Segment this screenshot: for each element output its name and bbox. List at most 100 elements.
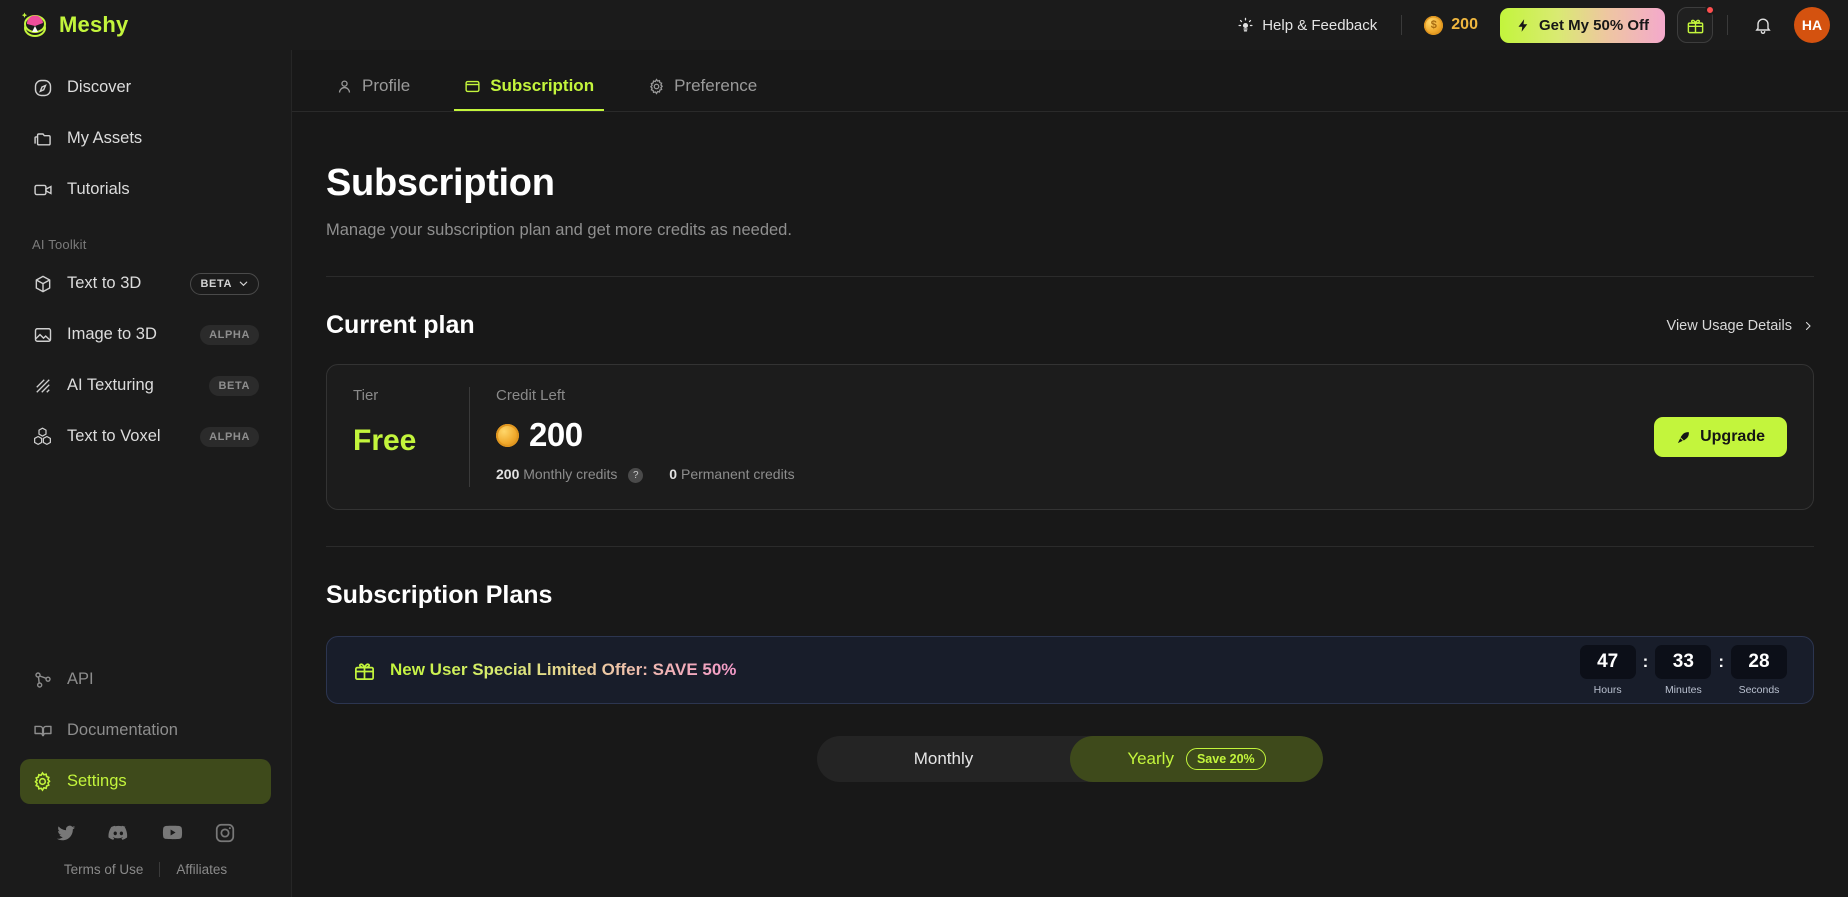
sidebar-item-label: Documentation: [67, 721, 178, 739]
timer-separator-2: :: [1718, 651, 1724, 671]
credit-left-value-row: 200: [496, 416, 1654, 454]
sidebar-tag-alpha: ALPHA: [200, 324, 259, 345]
timer-hours-value: 47: [1579, 644, 1636, 679]
credits-value: 200: [1451, 16, 1478, 33]
sidebar-item-tutorials[interactable]: Tutorials: [20, 167, 271, 212]
avatar[interactable]: HA: [1794, 7, 1830, 43]
current-plan-title: Current plan: [326, 311, 475, 339]
terms-of-use-link[interactable]: Terms of Use: [64, 862, 144, 877]
sidebar-group-label: AI Toolkit: [32, 237, 87, 252]
monthly-credits-label: Monthly credits: [523, 466, 618, 482]
folder-icon: [32, 128, 53, 149]
body: Discover My Assets Tutorials AI Toolkit …: [0, 50, 1848, 897]
sidebar-item-text-to-voxel[interactable]: Text to Voxel ALPHA: [20, 414, 271, 459]
affiliates-link[interactable]: Affiliates: [176, 862, 227, 877]
sidebar-item-ai-texturing[interactable]: AI Texturing BETA: [20, 363, 271, 408]
timer-cell-seconds: 28 Seconds: [1731, 644, 1787, 696]
credit-breakdown: 200 Monthly credits ? 0 Permanent credit…: [496, 466, 1654, 483]
sidebar-tag-alpha-2: ALPHA: [200, 426, 259, 447]
get-discount-button[interactable]: Get My 50% Off: [1499, 7, 1665, 43]
tier-column: Tier Free: [353, 387, 443, 487]
rocket-icon: [1676, 430, 1691, 445]
billing-option-monthly[interactable]: Monthly: [817, 736, 1070, 782]
bolt-icon: [1516, 17, 1531, 34]
monthly-credits: 200 Monthly credits ?: [496, 466, 644, 483]
permanent-credits-value: 0: [669, 466, 678, 483]
sidebar-item-my-assets[interactable]: My Assets: [20, 116, 271, 161]
tab-preference[interactable]: Preference: [638, 76, 767, 111]
credit-column: Credit Left 200 200 Monthly credits ? 0 …: [496, 387, 1654, 487]
help-and-feedback-label: Help & Feedback: [1262, 16, 1378, 34]
sidebar-item-label: API: [67, 670, 94, 688]
sidebar-item-image-to-3d[interactable]: Image to 3D ALPHA: [20, 312, 271, 357]
divider-3: [159, 862, 161, 877]
brand[interactable]: Meshy: [20, 10, 128, 40]
book-icon: [32, 720, 53, 741]
sidebar-tag-beta[interactable]: BETA: [190, 272, 259, 295]
instagram-icon[interactable]: [214, 822, 236, 844]
coin-icon: $: [1424, 15, 1444, 35]
billing-yearly-label: Yearly: [1127, 749, 1174, 768]
top-bar-right: Help & Feedback $ 200 Get My 50% Off HA: [1227, 5, 1830, 43]
sidebar-item-label: Text to Voxel: [67, 427, 161, 445]
youtube-icon[interactable]: [161, 821, 184, 844]
tab-label: Preference: [674, 76, 758, 95]
view-usage-details-link[interactable]: View Usage Details: [1667, 318, 1814, 334]
billing-period-toggle[interactable]: Monthly Yearly Save 20%: [817, 736, 1323, 782]
sidebar-item-label: Settings: [67, 772, 127, 790]
sidebar-tag-label: BETA: [200, 277, 232, 290]
subscription-plans-title: Subscription Plans: [326, 581, 553, 609]
sidebar-item-discover[interactable]: Discover: [20, 65, 271, 110]
sidebar-tag-beta-2: BETA: [209, 375, 259, 396]
timer-seconds-label: Seconds: [1738, 683, 1780, 696]
sidebar-item-documentation[interactable]: Documentation: [20, 708, 271, 753]
timer-seconds-value: 28: [1731, 644, 1787, 679]
cube-icon: [32, 273, 53, 294]
section-divider: [326, 276, 1814, 277]
sidebar: Discover My Assets Tutorials AI Toolkit …: [0, 50, 292, 897]
chevron-right-icon: [1802, 320, 1814, 332]
help-and-feedback-button[interactable]: Help & Feedback: [1227, 10, 1387, 41]
notifications-button[interactable]: [1746, 8, 1780, 42]
texture-icon: [32, 375, 53, 396]
sidebar-item-api[interactable]: API: [20, 657, 271, 702]
discord-icon[interactable]: [107, 821, 130, 844]
view-usage-details-label: View Usage Details: [1666, 317, 1792, 334]
card-icon: [464, 78, 481, 95]
timer-hours-label: Hours: [1593, 683, 1622, 696]
timer-minutes-value: 33: [1655, 644, 1712, 679]
timer-cell-minutes: 33 Minutes: [1655, 644, 1712, 696]
credits-indicator[interactable]: $ 200: [1416, 12, 1486, 39]
offer-text: New User Special Limited Offer: SAVE 50%: [390, 660, 737, 679]
tab-profile[interactable]: Profile: [326, 76, 420, 111]
billing-yearly-badge: Save 20%: [1185, 748, 1266, 770]
twitter-icon[interactable]: [55, 822, 77, 844]
gift-icon: [1686, 16, 1705, 35]
timer-minutes-label: Minutes: [1664, 683, 1702, 696]
page-title: Subscription: [326, 162, 555, 204]
chevron-down-icon: [238, 278, 249, 289]
sidebar-item-text-to-3d[interactable]: Text to 3D BETA: [20, 261, 271, 306]
gear-icon: [32, 771, 53, 792]
plans-header: Subscription Plans: [326, 581, 1814, 610]
upgrade-button[interactable]: Upgrade: [1654, 417, 1787, 457]
credit-left-value: 200: [529, 416, 583, 453]
sidebar-item-label: Image to 3D: [67, 325, 157, 343]
divider: [1401, 15, 1403, 35]
tab-subscription[interactable]: Subscription: [454, 76, 605, 111]
compass-icon: [32, 77, 53, 98]
special-offer-banner[interactable]: New User Special Limited Offer: SAVE 50%…: [326, 636, 1814, 704]
current-plan-header: Current plan View Usage Details: [326, 311, 1814, 340]
gift-icon: [353, 659, 376, 682]
billing-option-yearly[interactable]: Yearly Save 20%: [1070, 736, 1323, 782]
gift-button[interactable]: [1677, 5, 1715, 43]
subscription-page: Subscription Manage your subscription pl…: [292, 112, 1848, 897]
monthly-credits-value: 200: [496, 466, 520, 482]
question-icon[interactable]: ?: [628, 467, 644, 483]
voxel-icon: [32, 426, 53, 447]
api-icon: [32, 669, 53, 690]
user-icon: [336, 78, 353, 95]
brand-name: Meshy: [59, 12, 129, 37]
sidebar-item-settings[interactable]: Settings: [20, 759, 271, 804]
